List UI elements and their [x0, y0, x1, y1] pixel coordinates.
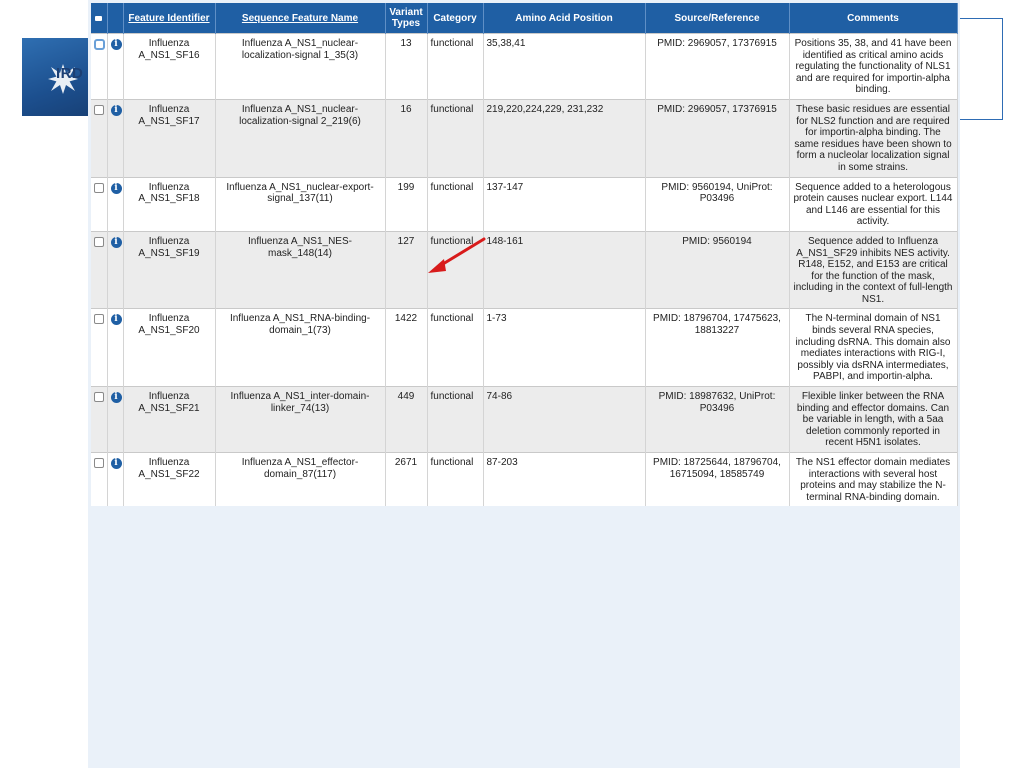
info-column-header [107, 3, 124, 34]
amino-acid-position: 1-73 [483, 308, 646, 387]
variant-types: 13 [385, 33, 428, 100]
category: functional [427, 176, 484, 232]
sequence-feature-name: Influenza A_NS1_effector-domain_87(117) [215, 452, 386, 507]
table-row: i Influenza A_NS1_SF20 Influenza A_NS1_RNA… [91, 308, 958, 387]
col-header-comments: Comments [789, 3, 958, 34]
checkbox-icon[interactable] [94, 458, 104, 468]
amino-acid-position: 74-86 [483, 386, 646, 453]
feature-identifier[interactable]: Influenza A_NS1_SF17 [123, 98, 216, 178]
feature-identifier[interactable]: Influenza A_NS1_SF16 [123, 33, 216, 100]
sequence-feature-name: Influenza A_NS1_nuclear-localization-sig… [215, 98, 386, 178]
table-row: i Influenza A_NS1_SF17 Influenza A_NS1_nuc… [91, 98, 958, 178]
col-header-category: Category [427, 3, 484, 34]
category: functional [427, 98, 484, 178]
col-header-sequence-feature-name[interactable]: Sequence Feature Name [215, 3, 386, 34]
source-reference: PMID: 9560194 [645, 230, 790, 309]
feature-identifier[interactable]: Influenza A_NS1_SF21 [123, 386, 216, 453]
sequence-feature-name: Influenza A_NS1_nuclear-localization-sig… [215, 33, 386, 100]
info-icon[interactable]: i [110, 314, 122, 326]
sequence-feature-name: Influenza A_NS1_inter-domain-linker_74(1… [215, 386, 386, 453]
col-header-variant-types: Variant Types [385, 3, 428, 34]
row-checkbox[interactable] [91, 33, 108, 100]
category: functional [427, 308, 484, 387]
info-button[interactable]: i [107, 308, 124, 387]
amino-acid-position: 137-147 [483, 176, 646, 232]
checkbox-icon[interactable] [94, 39, 105, 50]
info-icon[interactable]: i [110, 182, 122, 194]
comments: Sequence added to a heterologous protein… [789, 176, 958, 232]
header-row: Feature Identifier Sequence Feature Name… [91, 3, 958, 34]
info-button[interactable]: i [107, 33, 124, 100]
sequence-feature-table: Feature Identifier Sequence Feature Name… [91, 3, 958, 507]
category: functional [427, 386, 484, 453]
feature-identifier[interactable]: Influenza A_NS1_SF19 [123, 230, 216, 309]
info-icon[interactable]: i [110, 39, 122, 50]
info-button[interactable]: i [107, 230, 124, 309]
info-icon[interactable]: i [110, 236, 122, 248]
select-all-icon [95, 15, 103, 21]
variant-types: 199 [385, 176, 428, 232]
col-header-source-reference: Source/Reference [645, 3, 790, 34]
feature-identifier[interactable]: Influenza A_NS1_SF20 [123, 308, 216, 387]
col-header-feature-identifier[interactable]: Feature Identifier [123, 3, 216, 34]
info-icon[interactable]: i [110, 392, 122, 404]
row-checkbox[interactable] [91, 308, 108, 387]
checkbox-icon[interactable] [94, 392, 104, 403]
row-checkbox[interactable] [91, 98, 108, 178]
source-reference: PMID: 2969057, 17376915 [645, 98, 790, 178]
table-row: i Influenza A_NS1_SF19 Influenza A_NS1_NES… [91, 230, 958, 309]
source-reference: PMID: 18725644, 18796704, 16715094, 1858… [645, 452, 790, 507]
checkbox-icon[interactable] [94, 104, 104, 115]
variant-types: 16 [385, 98, 428, 178]
row-checkbox[interactable] [91, 386, 108, 453]
amino-acid-position: 219,220,224,229, 231,232 [483, 98, 646, 178]
info-button[interactable]: i [107, 98, 124, 178]
comments: The N-terminal domain of NS1 binds sever… [789, 308, 958, 387]
col-header-amino-acid-position: Amino Acid Position [483, 3, 646, 34]
category: functional [427, 33, 484, 100]
category: functional [427, 230, 484, 309]
row-checkbox[interactable] [91, 452, 108, 507]
variant-types: 127 [385, 230, 428, 309]
comments: These basic residues are essential for N… [789, 98, 958, 178]
amino-acid-position: 87-203 [483, 452, 646, 507]
variant-types: 449 [385, 386, 428, 453]
comments: Positions 35, 38, and 41 have been ident… [789, 33, 958, 100]
sequence-feature-name: Influenza A_NS1_NES-mask_148(14) [215, 230, 386, 309]
background-box [958, 18, 1003, 120]
source-reference: PMID: 2969057, 17376915 [645, 33, 790, 100]
checkbox-icon[interactable] [94, 314, 104, 325]
source-reference: PMID: 18987632, UniProt: P03496 [645, 386, 790, 453]
row-checkbox[interactable] [91, 176, 108, 232]
amino-acid-position: 35,38,41 [483, 33, 646, 100]
select-all-checkbox[interactable] [91, 3, 108, 34]
variant-types: 1422 [385, 308, 428, 387]
checkbox-icon[interactable] [94, 182, 104, 193]
row-checkbox[interactable] [91, 230, 108, 309]
amino-acid-position: 148-161 [483, 230, 646, 309]
comments: Sequence added to Influenza A_NS1_SF29 i… [789, 230, 958, 309]
category: functional [427, 452, 484, 507]
info-icon[interactable]: i [110, 104, 122, 116]
info-icon[interactable]: i [110, 458, 122, 469]
info-button[interactable]: i [107, 176, 124, 232]
results-panel: Feature Identifier Sequence Feature Name… [88, 0, 960, 768]
table-row: i Influenza A_NS1_SF22 Influenza A_NS1_eff… [91, 452, 958, 507]
variant-types: 2671 [385, 452, 428, 507]
sequence-feature-name: Influenza A_NS1_nuclear-export-signal_13… [215, 176, 386, 232]
source-reference: PMID: 18796704, 17475623, 18813227 [645, 308, 790, 387]
table-row: i Influenza A_NS1_SF16 Influenza A_NS1_nuc… [91, 33, 958, 100]
table-row: i Influenza A_NS1_SF18 Influenza A_NS1_nuc… [91, 176, 958, 232]
comments: The NS1 effector domain mediates interac… [789, 452, 958, 507]
source-reference: PMID: 9560194, UniProt: P03496 [645, 176, 790, 232]
checkbox-icon[interactable] [94, 236, 104, 247]
sequence-feature-name: Influenza A_NS1_RNA-binding-domain_1(73) [215, 308, 386, 387]
logo-text: IRD [56, 65, 84, 82]
info-button[interactable]: i [107, 386, 124, 453]
comments: Flexible linker between the RNA binding … [789, 386, 958, 453]
table-row: i Influenza A_NS1_SF21 Influenza A_NS1_int… [91, 386, 958, 453]
info-button[interactable]: i [107, 452, 124, 507]
feature-identifier[interactable]: Influenza A_NS1_SF18 [123, 176, 216, 232]
feature-identifier[interactable]: Influenza A_NS1_SF22 [123, 452, 216, 507]
